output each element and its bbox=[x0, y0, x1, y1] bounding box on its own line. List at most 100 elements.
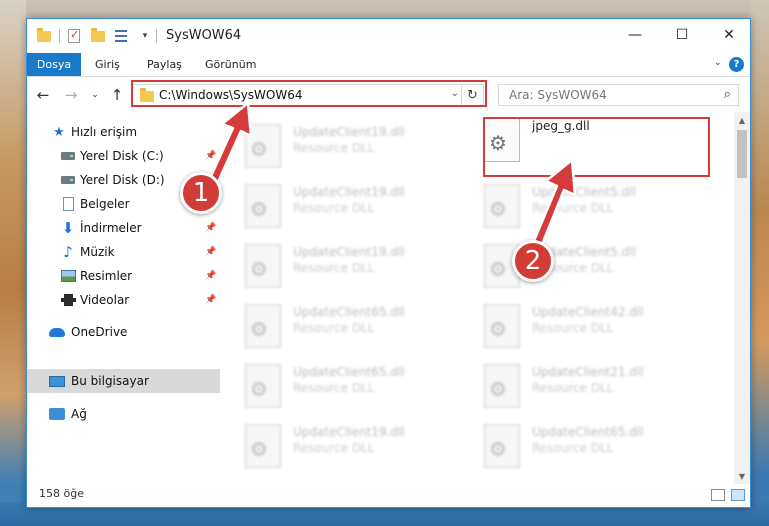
file-name: UpdateClient19.dll bbox=[293, 125, 405, 139]
dll-file-icon bbox=[484, 304, 520, 348]
pin-icon[interactable]: 📌 bbox=[205, 271, 216, 281]
pin-icon[interactable]: 📌 bbox=[205, 151, 216, 161]
dll-file-icon bbox=[245, 184, 281, 228]
search-box[interactable]: Ara: SysWOW64 ⌕ bbox=[498, 84, 739, 106]
file-tile[interactable]: UpdateClient65.dll Resource DLL bbox=[460, 418, 692, 470]
file-tile[interactable]: UpdateClient19.dll Resource DLL bbox=[221, 238, 453, 290]
file-type: Resource DLL bbox=[532, 321, 614, 335]
file-name: UpdateClient42.dll bbox=[532, 305, 644, 319]
file-name: UpdateClient19.dll bbox=[293, 185, 405, 199]
tab-view[interactable]: Görünüm bbox=[193, 53, 268, 76]
file-name: UpdateClient21.dll bbox=[532, 365, 644, 379]
file-type: Resource DLL bbox=[532, 381, 614, 395]
sidebar-item-music[interactable]: ♪ Müzik 📌 bbox=[27, 240, 220, 264]
drive-icon bbox=[60, 149, 76, 163]
forward-arrow-icon[interactable]: → bbox=[61, 85, 81, 105]
folder-icon bbox=[35, 27, 53, 45]
search-icon[interactable]: ⌕ bbox=[724, 87, 731, 102]
file-name: UpdateClient5.dll bbox=[532, 185, 636, 199]
divider bbox=[156, 29, 157, 43]
search-input[interactable]: Ara: SysWOW64 bbox=[509, 88, 607, 102]
tab-share[interactable]: Paylaş bbox=[135, 53, 194, 76]
pin-icon[interactable]: 📌 bbox=[205, 223, 216, 233]
sidebar-item-downloads[interactable]: ⬇ İndirmeler 📌 bbox=[27, 216, 220, 240]
window-title: SysWOW64 bbox=[166, 28, 242, 43]
sidebar-item-label: Müzik bbox=[80, 245, 115, 259]
item-count: 158 öğe bbox=[39, 487, 84, 500]
back-arrow-icon[interactable]: ← bbox=[33, 85, 53, 105]
dll-file-icon bbox=[484, 184, 520, 228]
tiles-view-icon[interactable] bbox=[731, 489, 745, 501]
sidebar-item-local-disk-c[interactable]: Yerel Disk (C:) 📌 bbox=[27, 144, 220, 168]
sidebar-item-label: Hızlı erişim bbox=[71, 125, 138, 139]
maximize-button[interactable]: ☐ bbox=[659, 19, 705, 51]
dll-file-icon bbox=[245, 244, 281, 288]
scroll-thumb[interactable] bbox=[737, 130, 747, 178]
file-type: Resource DLL bbox=[293, 441, 375, 455]
download-icon: ⬇ bbox=[61, 219, 75, 237]
cloud-icon bbox=[49, 325, 65, 339]
pin-icon[interactable]: 📌 bbox=[205, 295, 216, 305]
vertical-scrollbar[interactable]: ▲ ▼ bbox=[734, 112, 750, 484]
sidebar-item-label: Yerel Disk (D:) bbox=[80, 173, 165, 187]
file-type: Resource DLL bbox=[293, 261, 375, 275]
videos-icon bbox=[60, 293, 76, 307]
tab-home[interactable]: Giriş bbox=[83, 53, 132, 76]
file-tile[interactable]: UpdateClient5.dll Resource DLL bbox=[460, 238, 692, 290]
file-tile[interactable]: UpdateClient19.dll Resource DLL bbox=[221, 118, 453, 170]
dll-file-icon bbox=[484, 364, 520, 408]
sidebar-item-network[interactable]: Ağ bbox=[27, 402, 220, 426]
file-tile[interactable]: UpdateClient65.dll Resource DLL bbox=[221, 298, 453, 350]
file-tile[interactable]: UpdateClient19.dll Resource DLL bbox=[221, 418, 453, 470]
drive-icon bbox=[60, 173, 76, 187]
status-bar: 158 öğe bbox=[27, 484, 750, 507]
minimize-button[interactable]: — bbox=[612, 19, 658, 51]
step-2-badge: 2 bbox=[512, 240, 554, 282]
file-tile[interactable]: UpdateClient5.dll Resource DLL bbox=[460, 178, 692, 230]
pictures-icon bbox=[60, 269, 76, 283]
pin-icon[interactable]: 📌 bbox=[205, 247, 216, 257]
recent-locations-icon[interactable]: ⌄ bbox=[85, 85, 105, 105]
file-type: Resource DLL bbox=[293, 201, 375, 215]
sidebar-item-label: Belgeler bbox=[80, 197, 130, 211]
star-icon: ★ bbox=[53, 124, 65, 140]
sidebar-item-pictures[interactable]: Resimler 📌 bbox=[27, 264, 220, 288]
sidebar-item-onedrive[interactable]: OneDrive bbox=[27, 320, 220, 344]
help-icon[interactable]: ? bbox=[729, 57, 744, 72]
file-type: Resource DLL bbox=[293, 381, 375, 395]
details-view-icon[interactable] bbox=[711, 489, 725, 501]
properties-icon[interactable] bbox=[65, 27, 83, 45]
document-icon bbox=[60, 197, 76, 211]
scroll-down-icon[interactable]: ▼ bbox=[734, 468, 750, 484]
file-type: Resource DLL bbox=[532, 201, 614, 215]
new-folder-icon[interactable] bbox=[89, 27, 107, 45]
file-type: Resource DLL bbox=[293, 321, 375, 335]
sidebar-item-label: Resimler bbox=[80, 269, 133, 283]
sidebar-item-label: Bu bilgisayar bbox=[71, 374, 149, 388]
file-name: UpdateClient19.dll bbox=[293, 425, 405, 439]
scroll-up-icon[interactable]: ▲ bbox=[734, 112, 750, 128]
ribbon-expand-icon[interactable]: ⌄ bbox=[714, 57, 722, 68]
file-tile[interactable]: UpdateClient42.dll Resource DLL bbox=[460, 298, 692, 350]
computer-icon bbox=[49, 374, 65, 388]
close-button[interactable]: ✕ bbox=[706, 19, 752, 51]
file-tile[interactable]: UpdateClient21.dll Resource DLL bbox=[460, 358, 692, 410]
sidebar-item-videos[interactable]: Videolar 📌 bbox=[27, 288, 220, 312]
dll-file-icon bbox=[245, 364, 281, 408]
file-highlight bbox=[483, 117, 710, 177]
file-name: UpdateClient65.dll bbox=[532, 425, 644, 439]
desktop-wallpaper-right bbox=[751, 0, 769, 526]
file-type: Resource DLL bbox=[293, 141, 375, 155]
customize-toolbar-icon[interactable]: ▾ bbox=[139, 27, 151, 45]
tab-file[interactable]: Dosya bbox=[27, 53, 81, 76]
sidebar-item-label: İndirmeler bbox=[80, 221, 142, 235]
music-icon: ♪ bbox=[63, 243, 73, 261]
file-tile[interactable]: UpdateClient65.dll Resource DLL bbox=[221, 358, 453, 410]
sidebar-item-this-pc[interactable]: Bu bilgisayar bbox=[27, 369, 220, 393]
sidebar-item-quick-access[interactable]: ★ Hızlı erişim bbox=[27, 120, 220, 144]
navigation-pane: ★ Hızlı erişim Yerel Disk (C:) 📌 Yerel D… bbox=[27, 112, 220, 484]
up-arrow-icon[interactable]: ↑ bbox=[107, 85, 127, 105]
file-tile[interactable]: UpdateClient19.dll Resource DLL bbox=[221, 178, 453, 230]
sidebar-item-label: OneDrive bbox=[71, 325, 128, 339]
view-icon[interactable] bbox=[112, 27, 130, 45]
